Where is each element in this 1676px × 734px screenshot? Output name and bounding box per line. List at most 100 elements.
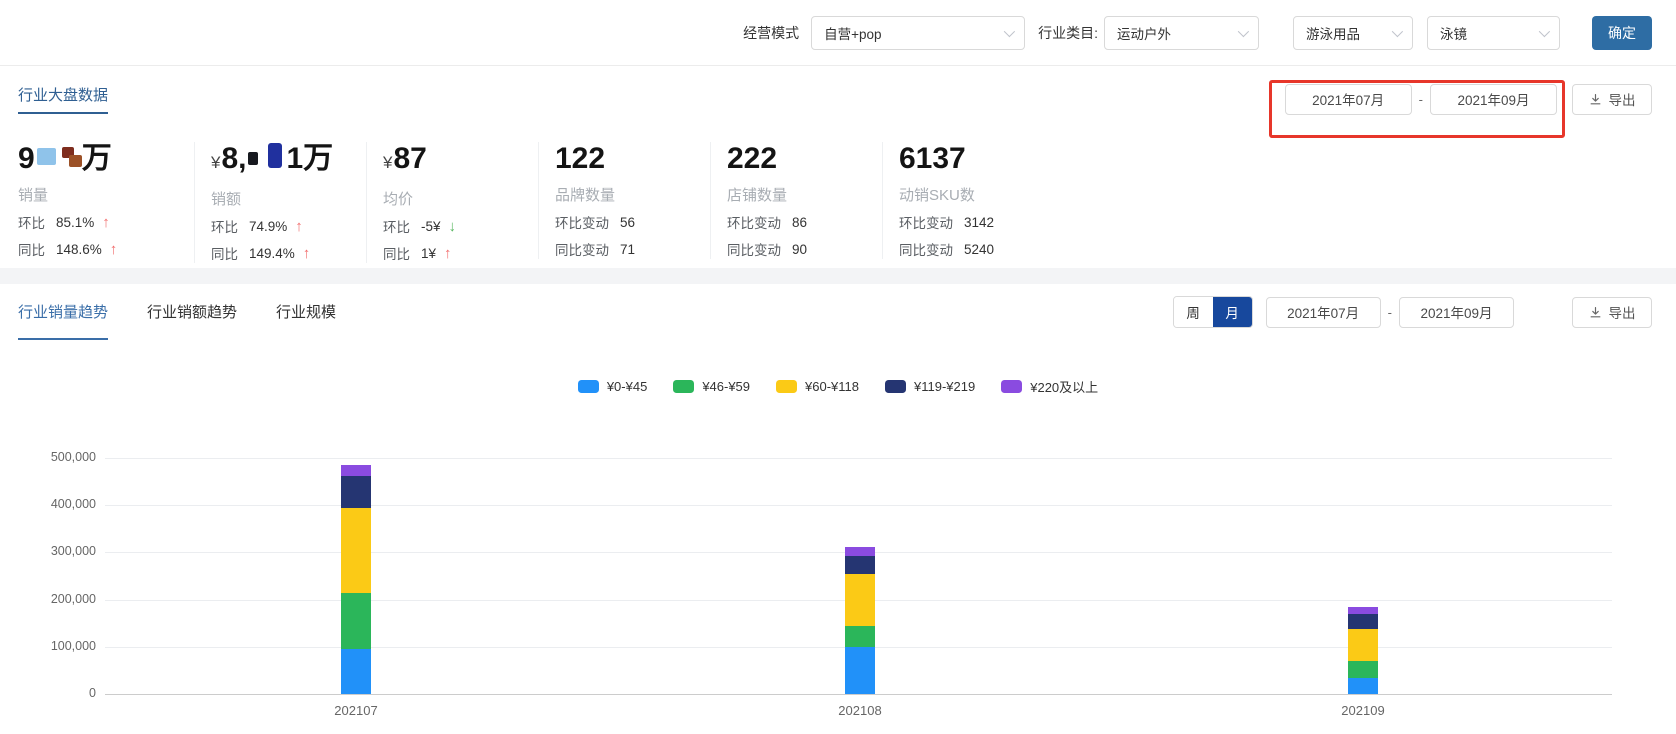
card-value: 122 xyxy=(555,142,710,176)
x-axis-line xyxy=(105,694,1612,695)
card-value: 6137 xyxy=(899,142,1054,176)
confirm-button[interactable]: 确定 xyxy=(1592,16,1652,50)
legend-label: ¥60-¥118 xyxy=(805,379,859,394)
currency-symbol: ¥ xyxy=(211,153,220,172)
section-divider xyxy=(0,268,1676,284)
bar-segment[interactable] xyxy=(341,649,371,694)
tab-industry-scale[interactable]: 行业规模 xyxy=(276,284,336,340)
bar-segment[interactable] xyxy=(1348,614,1378,629)
y-axis-tick-label: 0 xyxy=(16,686,96,700)
category-level3-value: 泳镜 xyxy=(1440,23,1467,43)
card-value-text: 1万 xyxy=(287,142,334,175)
card-stat-row: 环比 -5¥ ↓ xyxy=(383,216,538,236)
week-toggle-button[interactable]: 周 xyxy=(1174,297,1213,327)
export-button-label: 导出 xyxy=(1609,302,1636,322)
card-value-text: 万 xyxy=(82,142,112,175)
month-toggle-button[interactable]: 月 xyxy=(1213,297,1252,327)
category-level2-select[interactable]: 游泳用品 xyxy=(1293,16,1413,50)
card-value-text: 9 xyxy=(18,142,35,175)
download-icon xyxy=(1589,306,1602,319)
bar-segment[interactable] xyxy=(845,547,875,556)
card-label: 销量 xyxy=(18,184,194,205)
filter-bar: 经营模式 自营+pop 行业类目: 运动户外 游泳用品 泳镜 确定 xyxy=(0,0,1676,66)
chevron-down-icon xyxy=(1539,25,1550,36)
legend-item[interactable]: ¥119-¥219 xyxy=(885,379,975,394)
bar-chart: 0100,000200,000300,000400,000500,0002021… xyxy=(0,402,1676,734)
overview-header: 行业大盘数据 2021年07月 - 2021年09月 导出 xyxy=(0,66,1676,132)
bar-segment[interactable] xyxy=(341,593,371,649)
bar-segment[interactable] xyxy=(845,556,875,574)
card-stat-row: 同比 148.6% ↑ xyxy=(18,239,194,259)
stat-key: 环比 xyxy=(18,212,45,232)
stat-value: 148.6% xyxy=(56,242,102,257)
stat-key: 同比 xyxy=(18,239,45,259)
legend-item[interactable]: ¥220及以上 xyxy=(1001,377,1098,396)
trend-start-date-picker[interactable]: 2021年07月 xyxy=(1266,297,1381,328)
stat-value: -5¥ xyxy=(421,219,441,234)
card-value: 9万 xyxy=(18,142,194,176)
redacted-digit-block xyxy=(268,143,282,168)
bar-segment[interactable] xyxy=(1348,629,1378,661)
card-value-text: 6137 xyxy=(899,142,966,175)
tab-volume-trend[interactable]: 行业销量趋势 xyxy=(18,284,108,340)
trend-section: 行业销量趋势行业销额趋势行业规模 周 月 2021年07月 - 2021年09月… xyxy=(0,284,1676,734)
legend-label: ¥119-¥219 xyxy=(914,379,975,394)
y-axis-tick-label: 500,000 xyxy=(16,450,96,464)
legend-item[interactable]: ¥46-¥59 xyxy=(673,379,750,394)
legend-item[interactable]: ¥60-¥118 xyxy=(776,379,859,394)
stat-card: 9万销量环比85.1%↑同比148.6%↑ xyxy=(18,142,194,259)
redacted-digit-block xyxy=(248,152,258,165)
bar-segment[interactable] xyxy=(1348,607,1378,614)
y-axis-tick-label: 100,000 xyxy=(16,639,96,653)
trend-export-button[interactable]: 导出 xyxy=(1572,297,1652,328)
legend-swatch xyxy=(885,380,906,393)
stat-value: 5240 xyxy=(964,242,994,257)
legend-swatch xyxy=(776,380,797,393)
redacted-digit-block xyxy=(69,155,82,167)
overview-export-button[interactable]: 导出 xyxy=(1572,84,1652,115)
business-mode-value: 自营+pop xyxy=(824,23,881,43)
card-stat-row: 同比变动90 xyxy=(727,239,882,259)
bar-segment[interactable] xyxy=(845,574,875,626)
bar-segment[interactable] xyxy=(845,626,875,647)
card-label: 销额 xyxy=(211,188,366,209)
chevron-down-icon xyxy=(1238,25,1249,36)
category-level1-value: 运动户外 xyxy=(1117,23,1171,43)
trend-end-date-picker[interactable]: 2021年09月 xyxy=(1399,297,1514,328)
bar-segment[interactable] xyxy=(341,476,371,508)
x-axis-tick-label: 202108 xyxy=(810,703,910,718)
overview-end-date-picker[interactable]: 2021年09月 xyxy=(1430,84,1557,115)
card-stat-row: 同比变动71 xyxy=(555,239,710,259)
period-toggle: 周 月 xyxy=(1173,296,1253,328)
card-value-text: 8, xyxy=(221,142,246,175)
overview-section-title[interactable]: 行业大盘数据 xyxy=(18,84,108,114)
chart-legend: ¥0-¥45 ¥46-¥59 ¥60-¥118 ¥119-¥219 ¥220及以上 xyxy=(0,376,1676,396)
stat-value: 74.9% xyxy=(249,219,287,234)
bar-segment[interactable] xyxy=(1348,678,1378,694)
card-stat-row: 环比74.9%↑ xyxy=(211,216,366,236)
stat-card: 122品牌数量环比变动56同比变动71 xyxy=(538,142,710,259)
category-level3-select[interactable]: 泳镜 xyxy=(1427,16,1560,50)
bar-segment[interactable] xyxy=(341,465,371,476)
card-stat-row: 同比变动5240 xyxy=(899,239,1054,259)
stat-value: 86 xyxy=(792,215,807,230)
overview-start-date-picker[interactable]: 2021年07月 xyxy=(1285,84,1412,115)
stat-key: 环比 xyxy=(383,216,410,236)
stat-key: 同比变动 xyxy=(555,239,609,259)
bar-segment[interactable] xyxy=(341,508,371,593)
bar-segment[interactable] xyxy=(845,647,875,694)
legend-item[interactable]: ¥0-¥45 xyxy=(578,379,647,394)
bar-segment[interactable] xyxy=(1348,661,1378,678)
stat-key: 同比 xyxy=(383,243,410,263)
category-level1-select[interactable]: 运动户外 xyxy=(1104,16,1259,50)
up-arrow-icon: ↑ xyxy=(102,214,110,231)
y-axis-tick-label: 400,000 xyxy=(16,497,96,511)
card-value-text: 222 xyxy=(727,142,777,175)
card-value: 222 xyxy=(727,142,882,176)
tab-revenue-trend[interactable]: 行业销额趋势 xyxy=(147,284,237,340)
card-stat-row: 环比变动56 xyxy=(555,212,710,232)
down-arrow-icon: ↓ xyxy=(449,218,457,235)
business-mode-select[interactable]: 自营+pop xyxy=(811,16,1025,50)
up-arrow-icon: ↑ xyxy=(110,241,118,258)
trend-tabs: 行业销量趋势行业销额趋势行业规模 xyxy=(18,284,336,340)
